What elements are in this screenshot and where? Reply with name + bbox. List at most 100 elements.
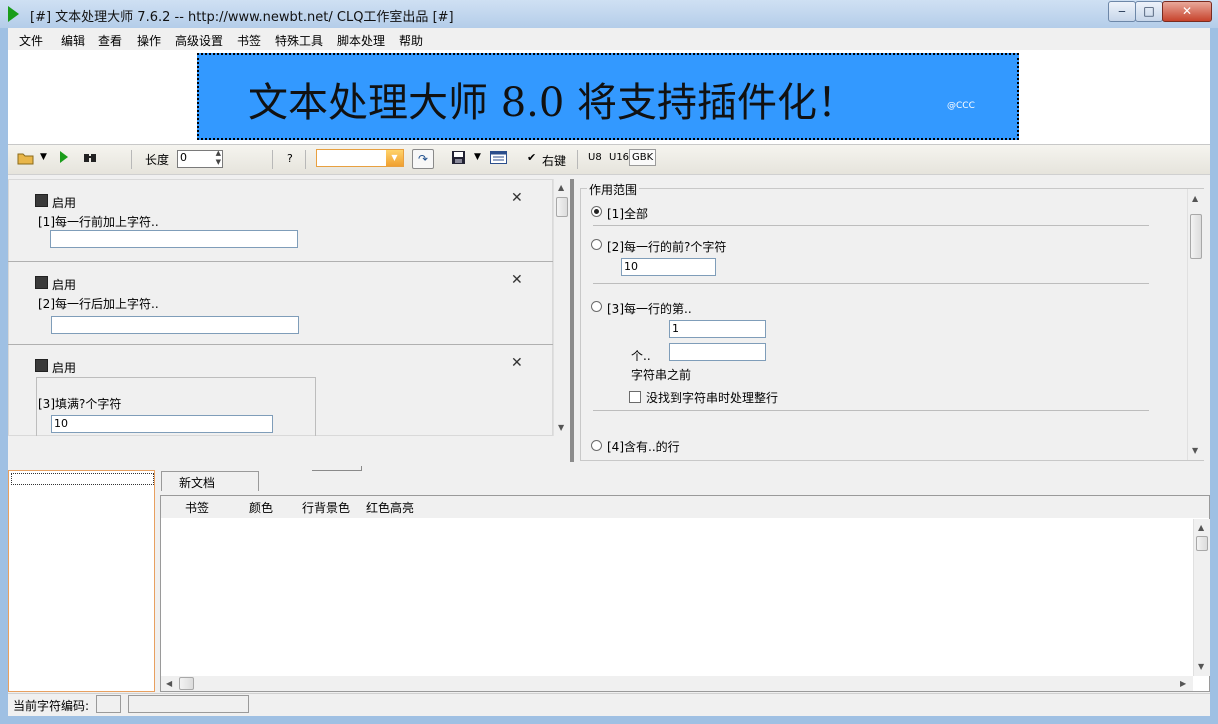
whole-line-checkbox[interactable]: [629, 391, 641, 403]
first-n-input[interactable]: 10: [621, 258, 716, 276]
right-key-toggle[interactable]: 右键: [542, 152, 566, 169]
scope-nth-label: [3]每一行的第..: [607, 302, 692, 316]
run-icon[interactable]: [60, 151, 68, 163]
bookmark-grid[interactable]: [160, 495, 1210, 692]
menu-view[interactable]: 查看: [98, 32, 122, 49]
file-list[interactable]: [8, 470, 155, 692]
enable1-label: 启用: [52, 196, 77, 210]
scope-title: 作用范围: [587, 181, 640, 198]
scope-first-n-radio[interactable]: [591, 239, 602, 250]
encoding-u16-button[interactable]: U16: [609, 152, 629, 163]
encoding-status-label: 当前字符编码:: [13, 699, 90, 713]
scope-contains-label: [4]含有..的行: [607, 440, 680, 454]
scope-first-n-label: [2]每一行的前?个字符: [607, 240, 727, 254]
column-bookmark[interactable]: 书签: [185, 499, 209, 516]
scope-all-label: [1]全部: [607, 207, 648, 221]
save-dropdown-icon[interactable]: ▼: [474, 152, 481, 162]
find-binoculars-icon[interactable]: [83, 151, 97, 166]
scroll-up-icon[interactable]: ▲: [1198, 523, 1204, 532]
save-icon[interactable]: [451, 150, 466, 168]
close-button[interactable]: ✕: [1162, 1, 1212, 22]
whole-line-label: 没找到字符串时处理整行: [646, 391, 779, 405]
fill-count-input[interactable]: 10: [51, 415, 273, 433]
suffix-label: [2]每一行后加上字符..: [38, 297, 159, 311]
menu-file[interactable]: 文件: [19, 32, 43, 49]
scroll-thumb[interactable]: [1190, 214, 1202, 259]
grid-hscrollbar[interactable]: ◀ ▶: [161, 676, 1193, 691]
nth-count-label: 个..: [631, 349, 651, 363]
scope-divider: [593, 410, 1149, 411]
help-button[interactable]: ?: [287, 152, 293, 165]
scope-scrollbar[interactable]: ▲ ▼: [1187, 189, 1204, 460]
grid-vscrollbar[interactable]: ▲ ▼: [1193, 519, 1210, 676]
enable2-label: 启用: [52, 278, 77, 292]
length-spinner[interactable]: 0 ▲ ▼: [177, 149, 223, 168]
scroll-thumb[interactable]: [556, 197, 568, 217]
enable3-checkbox[interactable]: [35, 359, 48, 372]
encoding-status-value: [96, 695, 121, 713]
menu-bookmark[interactable]: 书签: [237, 32, 261, 49]
scroll-thumb[interactable]: [179, 677, 194, 690]
scope-contains-radio[interactable]: [591, 440, 602, 451]
file-list-selection[interactable]: [11, 473, 154, 485]
scroll-up-icon[interactable]: ▲: [1192, 194, 1198, 203]
scroll-down-icon[interactable]: ▼: [558, 423, 564, 432]
close-block1-icon[interactable]: ✕: [511, 190, 523, 206]
nth-start-input[interactable]: 1: [669, 320, 766, 338]
scroll-right-icon[interactable]: ▶: [1180, 679, 1186, 688]
column-color[interactable]: 颜色: [249, 499, 273, 516]
suffix-input[interactable]: [51, 316, 299, 334]
scope-divider: [593, 283, 1149, 284]
menu-bar: 文件 编辑 查看 操作 高级设置 书签 特殊工具 脚本处理 帮助: [8, 30, 1210, 49]
spin-up-icon[interactable]: ▲: [216, 149, 221, 157]
right-key-check-icon: ✔: [527, 151, 537, 164]
vertical-splitter[interactable]: [570, 179, 574, 462]
spin-down-icon[interactable]: ▼: [216, 158, 221, 166]
scope-nth-radio[interactable]: [591, 301, 602, 312]
scroll-down-icon[interactable]: ▼: [1198, 662, 1204, 671]
menu-script[interactable]: 脚本处理: [337, 32, 385, 49]
menu-help[interactable]: 帮助: [399, 32, 423, 49]
open-folder-icon[interactable]: [17, 151, 34, 165]
scroll-thumb[interactable]: [1196, 536, 1208, 551]
toolbar-separator: [272, 150, 273, 169]
close-block3-icon[interactable]: ✕: [511, 355, 523, 371]
toolbar-separator: [305, 150, 306, 169]
open-dropdown-icon[interactable]: ▼: [40, 152, 47, 162]
scroll-down-icon[interactable]: ▼: [1192, 446, 1198, 455]
window-title: [#] 文本处理大师 7.6.2 -- http://www.newbt.net…: [30, 10, 454, 25]
menu-advanced[interactable]: 高级设置: [175, 32, 223, 49]
menu-edit[interactable]: 编辑: [61, 32, 85, 49]
encoding-u8-button[interactable]: U8: [588, 152, 602, 163]
scroll-up-icon[interactable]: ▲: [558, 183, 564, 192]
menu-special-tools[interactable]: 特殊工具: [275, 32, 323, 49]
toolbar-separator: [131, 150, 132, 169]
scope-all-radio[interactable]: [591, 206, 602, 217]
toolbar-separator: [577, 150, 578, 169]
prefix-label: [1]每一行前加上字符..: [38, 215, 159, 229]
fill-label: [3]填满?个字符: [38, 397, 122, 411]
enable1-checkbox[interactable]: [35, 194, 48, 207]
block-divider: [8, 344, 553, 345]
prefix-input[interactable]: [50, 230, 298, 248]
combo-dropdown-icon[interactable]: ▼: [386, 150, 403, 166]
splitter-grip[interactable]: [312, 466, 362, 471]
redo-icon[interactable]: ↷: [412, 149, 434, 169]
scroll-left-icon[interactable]: ◀: [166, 679, 172, 688]
enable2-checkbox[interactable]: [35, 276, 48, 289]
left-panel-scrollbar[interactable]: ▲ ▼: [553, 179, 570, 436]
status-message: [128, 695, 249, 713]
maximize-button[interactable]: □: [1135, 1, 1163, 22]
column-line-bg[interactable]: 行背景色: [302, 499, 350, 516]
menu-operate[interactable]: 操作: [137, 32, 161, 49]
encoding-gbk-button[interactable]: GBK: [629, 149, 657, 166]
nth-count-input[interactable]: [669, 343, 766, 361]
close-block2-icon[interactable]: ✕: [511, 272, 523, 288]
search-combo[interactable]: ▼: [316, 149, 404, 167]
banner-tag: @CCC: [947, 101, 975, 111]
scope-divider: [593, 225, 1149, 226]
list-view-icon[interactable]: [490, 151, 507, 167]
block-divider: [8, 261, 553, 262]
column-red-highlight[interactable]: 红色高亮: [366, 499, 414, 516]
minimize-button[interactable]: ‒: [1108, 1, 1136, 22]
